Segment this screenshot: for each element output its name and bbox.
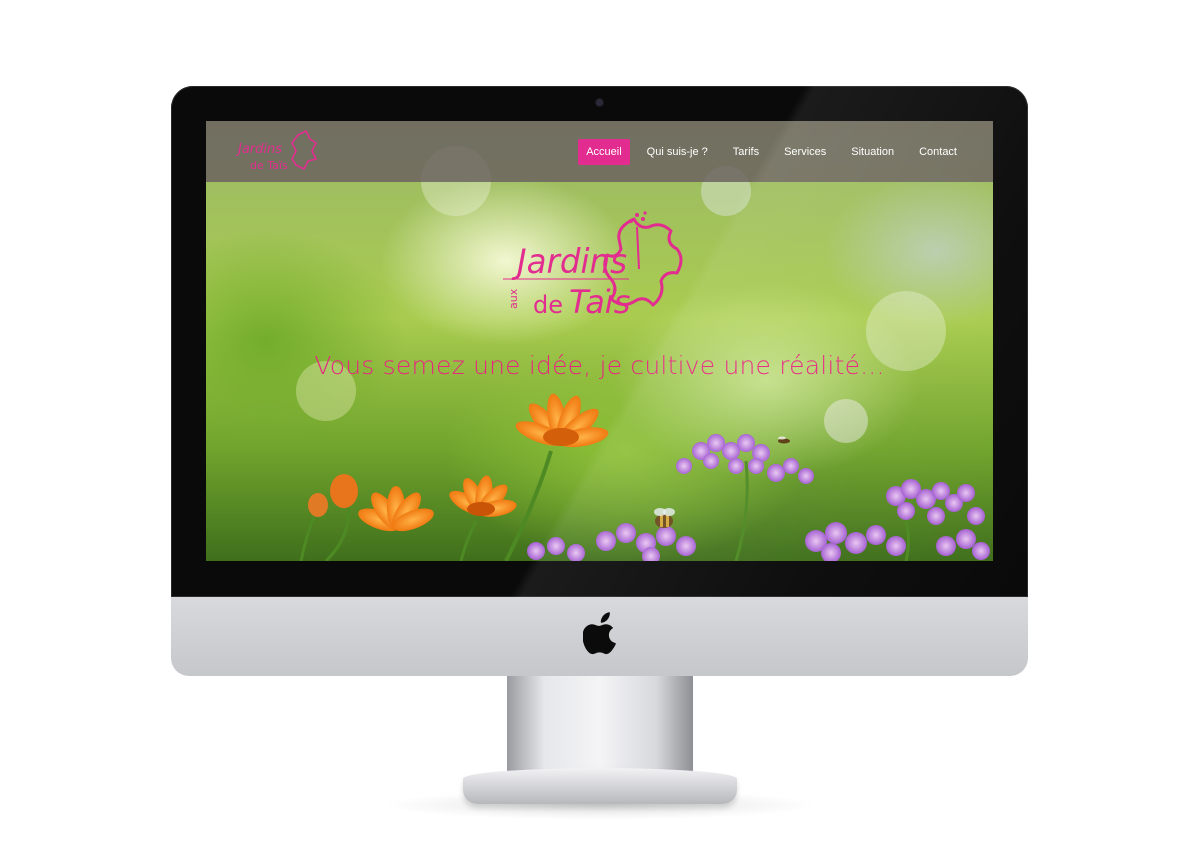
hero-logo: Jardins aux de Taïs: [503, 211, 683, 321]
site-logo[interactable]: Jardins de Taïs: [236, 129, 320, 175]
apple-icon: [583, 612, 616, 655]
monitor-stand-base: [463, 768, 737, 804]
svg-text:de Taïs: de Taïs: [250, 159, 288, 172]
flower-background-image: [296, 146, 990, 561]
hero-logo-aux: aux: [507, 288, 520, 309]
hero-tagline: Vous semez une idée, je cultive une réal…: [314, 351, 885, 380]
nav-item-qui-suis-je[interactable]: Qui suis-je ?: [639, 139, 716, 165]
svg-text:Jardins: Jardins: [236, 142, 282, 157]
website-screen: Jardins de Taïs Accueil Qui suis-je ? Ta…: [206, 121, 993, 561]
nav-item-accueil[interactable]: Accueil: [578, 139, 630, 165]
top-navbar: Jardins de Taïs Accueil Qui suis-je ? Ta…: [206, 121, 993, 182]
nav-item-services[interactable]: Services: [776, 139, 834, 165]
hero-logo-tais: Taïs: [569, 283, 630, 321]
hero-logo-jardins: Jardins: [511, 242, 627, 282]
nav-item-situation[interactable]: Situation: [843, 139, 902, 165]
nav-item-tarifs[interactable]: Tarifs: [725, 139, 767, 165]
main-menu: Accueil Qui suis-je ? Tarifs Services Si…: [569, 139, 965, 165]
mockup-stage: Jardins de Taïs Accueil Qui suis-je ? Ta…: [0, 0, 1200, 857]
hero-logo-de: de: [533, 291, 563, 319]
nav-item-contact[interactable]: Contact: [911, 139, 965, 165]
webcam-icon: [596, 99, 603, 106]
